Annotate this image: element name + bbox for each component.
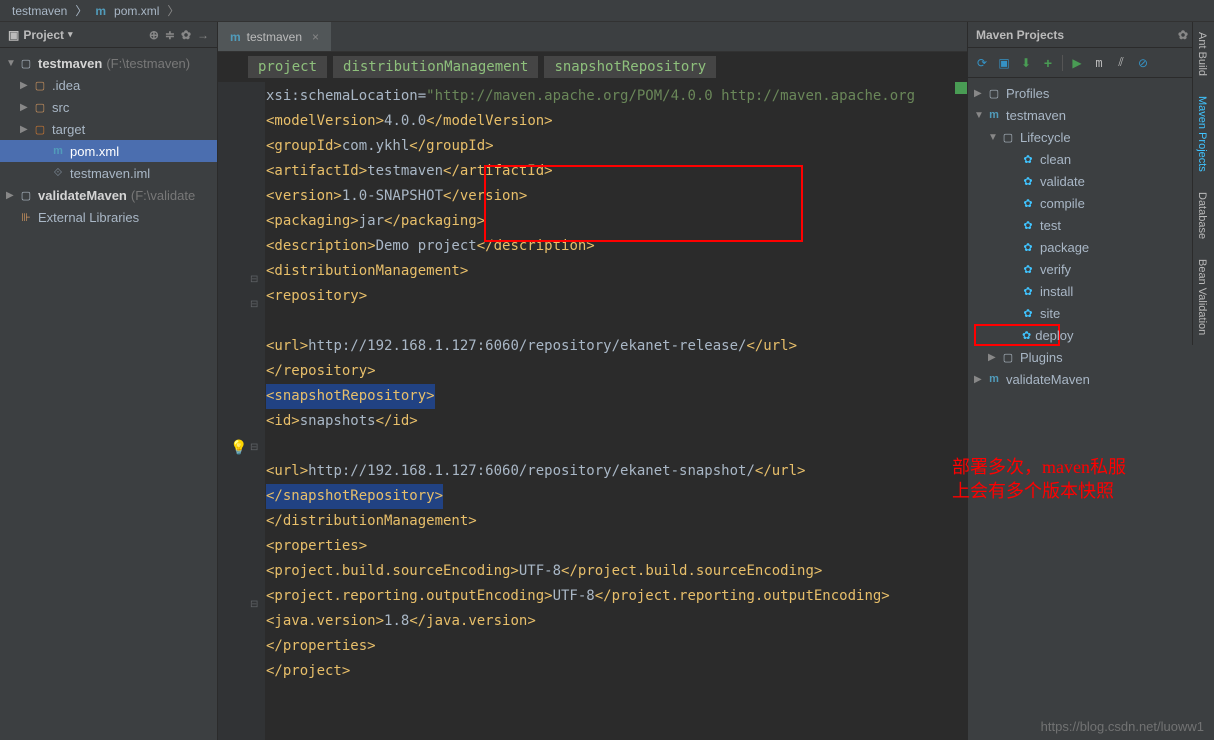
- side-tab-bean[interactable]: Bean Validation: [1193, 249, 1211, 345]
- tree-ext-lib[interactable]: ⊪ External Libraries: [0, 206, 217, 228]
- maven-goal-verify[interactable]: ✿verify: [968, 258, 1214, 280]
- breadcrumb-file[interactable]: pom.xml: [110, 4, 163, 18]
- side-tab-ant[interactable]: Ant Build: [1193, 22, 1211, 86]
- maven-goal-compile[interactable]: ✿compile: [968, 192, 1214, 214]
- maven-panel-header: Maven Projects ✿ →: [968, 22, 1214, 48]
- scope-project[interactable]: project: [248, 56, 327, 78]
- tree-validate[interactable]: ▶ ▢ validateMaven (F:\validate: [0, 184, 217, 206]
- tree-idea[interactable]: ▶ ▢ .idea: [0, 74, 217, 96]
- maven-plugins[interactable]: ▶ ▢ Plugins: [968, 346, 1214, 368]
- scope-bar: project distributionManagement snapshotR…: [218, 52, 967, 82]
- side-tab-db[interactable]: Database: [1193, 182, 1211, 249]
- gutter: ⊟ ⊟ 💡 ⊟ ⊟: [218, 82, 266, 740]
- maven-m-icon: m: [91, 4, 110, 18]
- toggle-icon[interactable]: ⫽: [1113, 55, 1129, 71]
- target-icon[interactable]: ⊕: [149, 28, 159, 42]
- editor-area: m testmaven × project distributionManage…: [218, 22, 967, 740]
- maven-goal-test[interactable]: ✿test: [968, 214, 1214, 236]
- tree-pom[interactable]: m pom.xml: [0, 140, 217, 162]
- project-panel-header: ▣ Project ▾ ⊕ ≑ ✿ →: [0, 22, 217, 48]
- collapse-icon[interactable]: ≑: [165, 28, 175, 42]
- tree-root[interactable]: ▼ ▢ testmaven (F:\testmaven): [0, 52, 217, 74]
- gear-icon[interactable]: ✿: [1178, 28, 1188, 42]
- scope-dist[interactable]: distributionManagement: [333, 56, 538, 78]
- fold-icon[interactable]: ⊟: [250, 599, 258, 610]
- maven-goal-package[interactable]: ✿package: [968, 236, 1214, 258]
- project-tree: ▼ ▢ testmaven (F:\testmaven) ▶ ▢ .idea ▶…: [0, 48, 217, 232]
- code-content[interactable]: xsi:schemaLocation="http://maven.apache.…: [266, 82, 967, 740]
- breadcrumb-chevron: 〉: [71, 2, 91, 19]
- project-panel: ▣ Project ▾ ⊕ ≑ ✿ → ▼ ▢ testmaven (F:\te…: [0, 22, 218, 740]
- reimport-icon[interactable]: ⟳: [974, 55, 990, 71]
- scope-snap[interactable]: snapshotRepository: [544, 56, 716, 78]
- tab-label: testmaven: [247, 30, 302, 44]
- breadcrumb: testmaven 〉 m pom.xml 〉: [0, 0, 1214, 22]
- maven-goal-site[interactable]: ✿site: [968, 302, 1214, 324]
- maven-toolbar: ⟳ ▣ ⬇ + ▶ m ⫽ ⊘: [968, 48, 1214, 78]
- tree-src[interactable]: ▶ ▢ src: [0, 96, 217, 118]
- bulb-icon[interactable]: 💡: [230, 439, 247, 456]
- fold-icon[interactable]: ⊟: [250, 299, 258, 310]
- breadcrumb-chevron: 〉: [163, 2, 183, 19]
- close-icon[interactable]: ×: [312, 30, 319, 44]
- maven-goal-deploy[interactable]: ✿deploy: [974, 324, 1060, 346]
- maven-tree: ▶ ▢ Profiles ▼ m testmaven ▼ ▢ Lifecycle…: [968, 78, 1214, 394]
- code-area[interactable]: ⊟ ⊟ 💡 ⊟ ⊟ xsi:schemaLocation="http://mav…: [218, 82, 967, 740]
- maven-panel: Maven Projects ✿ → ⟳ ▣ ⬇ + ▶ m ⫽ ⊘ ▶ ▢: [967, 22, 1214, 740]
- breadcrumb-root[interactable]: testmaven: [8, 4, 71, 18]
- maven-root[interactable]: ▼ m testmaven: [968, 104, 1214, 126]
- maven-lifecycle[interactable]: ▼ ▢ Lifecycle: [968, 126, 1214, 148]
- run-icon[interactable]: ▶: [1069, 55, 1085, 71]
- maven-goal-clean[interactable]: ✿clean: [968, 148, 1214, 170]
- editor-tabs: m testmaven ×: [218, 22, 967, 52]
- watermark: https://blog.csdn.net/luoww1: [1041, 719, 1204, 734]
- tree-iml[interactable]: ⟐ testmaven.iml: [0, 162, 217, 184]
- fold-icon[interactable]: ⊟: [250, 274, 258, 285]
- maven-m-icon: m: [230, 30, 241, 44]
- download-icon[interactable]: ⬇: [1018, 55, 1034, 71]
- side-tab-maven[interactable]: Maven Projects: [1193, 86, 1211, 182]
- maven-goal-install[interactable]: ✿install: [968, 280, 1214, 302]
- tab-testmaven[interactable]: m testmaven ×: [218, 22, 331, 51]
- maven-panel-title: Maven Projects: [976, 28, 1064, 42]
- maven-validate[interactable]: ▶ m validateMaven: [968, 368, 1214, 390]
- add-icon[interactable]: +: [1040, 55, 1056, 71]
- maven-goal-validate[interactable]: ✿validate: [968, 170, 1214, 192]
- hide-icon[interactable]: →: [197, 28, 209, 42]
- exec-icon[interactable]: m: [1091, 55, 1107, 71]
- fold-icon[interactable]: ⊟: [250, 442, 258, 453]
- offline-icon[interactable]: ⊘: [1135, 55, 1151, 71]
- inspection-icon[interactable]: [955, 82, 967, 94]
- generate-icon[interactable]: ▣: [996, 55, 1012, 71]
- side-tabs: Ant Build Maven Projects Database Bean V…: [1192, 22, 1214, 345]
- project-panel-title[interactable]: Project: [23, 28, 64, 42]
- gear-icon[interactable]: ✿: [181, 28, 191, 42]
- maven-profiles[interactable]: ▶ ▢ Profiles: [968, 82, 1214, 104]
- tree-target[interactable]: ▶ ▢ target: [0, 118, 217, 140]
